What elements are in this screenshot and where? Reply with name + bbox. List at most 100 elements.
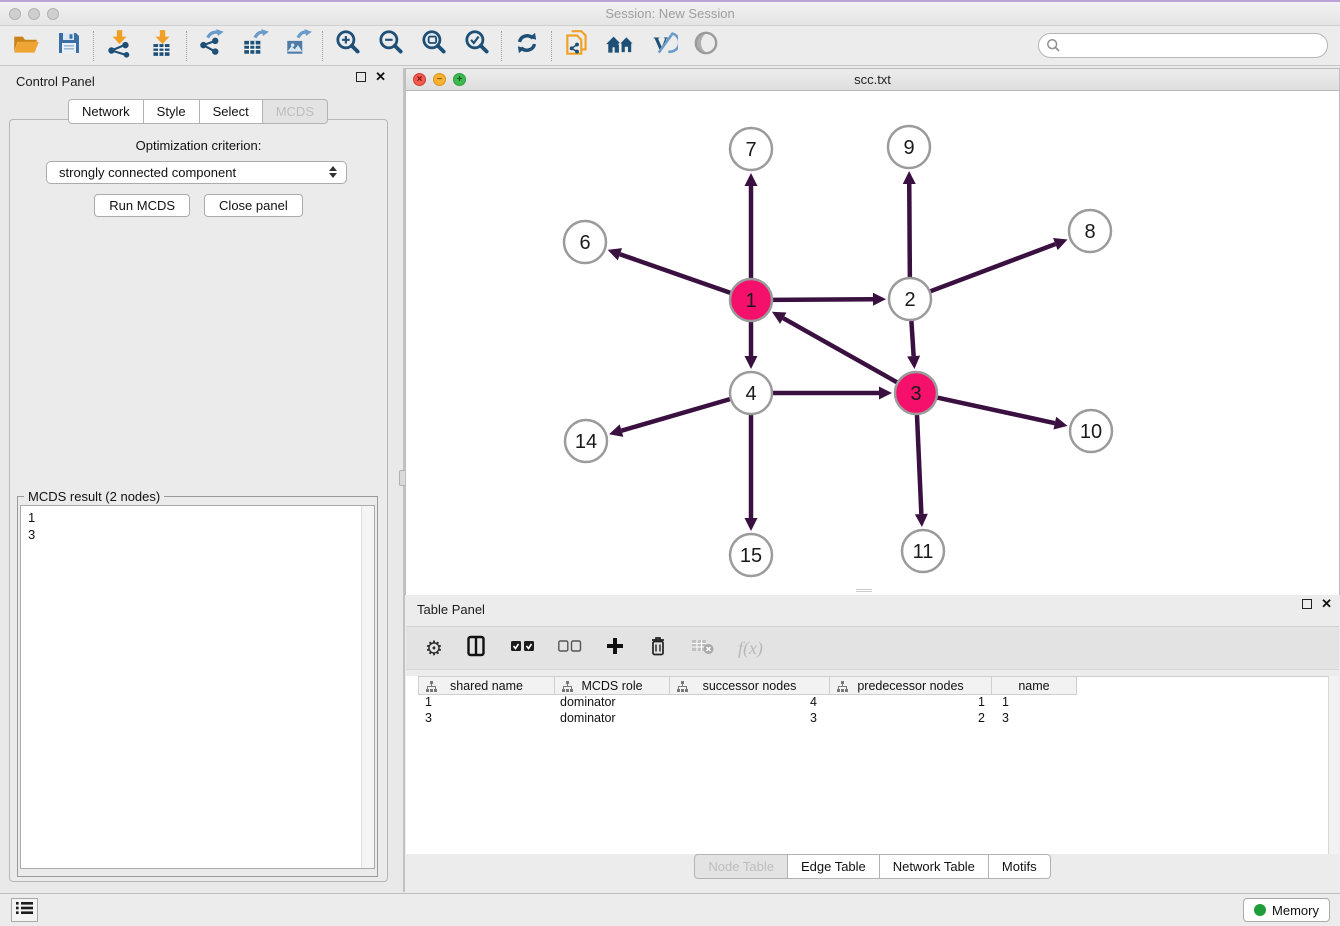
open-file-button[interactable] (4, 28, 47, 64)
mcds-result-text[interactable]: 1 3 (20, 505, 375, 869)
deselect-all-button[interactable] (558, 639, 582, 657)
table-cell[interactable]: 4 (670, 695, 830, 711)
search-icon (1046, 38, 1061, 58)
column-header-predecessor-nodes[interactable]: predecessor nodes (830, 677, 992, 695)
label-v-slash-icon: V (648, 28, 678, 63)
tab-mcds[interactable]: MCDS (263, 99, 328, 124)
show-graphics-button[interactable] (684, 28, 727, 64)
tab-node-table[interactable]: Node Table (694, 854, 788, 879)
edge-arrowhead (608, 248, 622, 260)
import-table-icon (147, 28, 177, 63)
refresh-button[interactable] (505, 28, 548, 64)
graph-edge-2-8[interactable] (930, 244, 1056, 292)
memory-button[interactable]: Memory (1243, 898, 1330, 922)
network-canvas[interactable]: 7968124314101511 (406, 91, 1339, 595)
zoom-selected-button[interactable] (455, 28, 498, 64)
main-toolbar: V (0, 26, 1340, 66)
result-scrollbar[interactable] (361, 506, 374, 868)
graph-edge-2-9[interactable] (909, 184, 910, 278)
select-all-button[interactable] (511, 639, 535, 657)
graph-edge-2-3[interactable] (911, 320, 913, 356)
refresh-icon (512, 28, 542, 63)
mcds-tab-content: Optimization criterion: strongly connect… (9, 119, 388, 882)
window-titlebar: Session: New Session (0, 2, 1340, 26)
tab-select[interactable]: Select (200, 99, 263, 124)
column-header-successor-nodes[interactable]: successor nodes (670, 677, 830, 695)
network-window-titlebar[interactable]: × − + scc.txt (406, 69, 1339, 91)
tab-style[interactable]: Style (144, 99, 200, 124)
tab-edge-table[interactable]: Edge Table (788, 854, 880, 879)
float-panel-icon[interactable] (1302, 599, 1312, 609)
table-row[interactable]: 1dominator411 (418, 695, 1339, 711)
table-cell[interactable]: dominator (555, 695, 670, 711)
table-cell[interactable]: 3 (992, 711, 1077, 727)
float-panel-icon[interactable] (356, 72, 366, 82)
network-graph[interactable]: 7968124314101511 (406, 91, 1339, 595)
export-network-button[interactable] (190, 28, 233, 64)
toolbar-separator (501, 31, 502, 61)
table-cell[interactable]: 3 (670, 711, 830, 727)
documents-icon (562, 28, 592, 63)
import-table-button[interactable] (140, 28, 183, 64)
table-cell[interactable]: 1 (418, 695, 555, 711)
graph-edge-1-6[interactable] (620, 254, 731, 293)
tab-motifs[interactable]: Motifs (989, 854, 1051, 879)
column-type-icon (677, 681, 688, 695)
graph-edge-3-11[interactable] (917, 414, 921, 514)
tab-network[interactable]: Network (68, 99, 144, 124)
graph-edge-4-14[interactable] (622, 399, 731, 431)
column-type-icon (426, 681, 437, 695)
network-resize-grip[interactable] (856, 589, 872, 593)
tab-network-table[interactable]: Network Table (880, 854, 989, 879)
column-settings-button[interactable]: ⚙ (425, 636, 443, 661)
zoom-out-button[interactable] (369, 28, 412, 64)
run-mcds-button[interactable]: Run MCDS (94, 194, 190, 217)
task-history-button[interactable] (11, 898, 38, 922)
node-label: 9 (903, 137, 914, 159)
export-table-button[interactable] (233, 28, 276, 64)
network-view-window: × − + scc.txt 7968124314101511 (405, 68, 1340, 595)
table-cell[interactable]: 1 (830, 695, 992, 711)
column-header-MCDS-role[interactable]: MCDS role (555, 677, 670, 695)
zoom-fit-button[interactable] (412, 28, 455, 64)
table-tabs: Node TableEdge TableNetwork TableMotifs (405, 854, 1340, 879)
open-session-docs-button[interactable] (555, 28, 598, 64)
edge-arrowhead (879, 387, 892, 400)
import-network-button[interactable] (97, 28, 140, 64)
search-input[interactable] (1038, 33, 1328, 58)
home-button[interactable] (598, 28, 641, 64)
toggle-column-view-button[interactable] (466, 635, 488, 662)
table-cell[interactable]: 2 (830, 711, 992, 727)
close-panel-button[interactable]: Close panel (204, 194, 303, 217)
table-cell[interactable]: 1 (992, 695, 1077, 711)
node-label: 3 (910, 383, 921, 405)
status-bar: Memory (0, 893, 1340, 926)
save-icon (55, 29, 83, 62)
function-builder-button[interactable]: f(x) (738, 638, 763, 659)
delete-row-button[interactable] (648, 635, 668, 662)
application-window: Session: New Session (0, 0, 1340, 926)
table-scrollbar[interactable] (1328, 676, 1339, 854)
graph-edge-3-1[interactable] (783, 318, 897, 383)
zoom-in-button[interactable] (326, 28, 369, 64)
column-label: successor nodes (703, 679, 797, 693)
optimization-criterion-label: Optimization criterion: (10, 138, 387, 153)
column-header-shared-name[interactable]: shared name (418, 677, 555, 695)
save-session-button[interactable] (47, 28, 90, 64)
toolbar-separator (322, 31, 323, 61)
delete-table-button[interactable] (691, 637, 715, 660)
column-header-name[interactable]: name (992, 677, 1077, 695)
close-panel-icon[interactable]: ✕ (375, 72, 386, 82)
graph-edge-3-10[interactable] (937, 397, 1055, 423)
table-row[interactable]: 3dominator323 (418, 711, 1339, 727)
optimization-criterion-select[interactable]: strongly connected component (46, 161, 347, 184)
add-row-button[interactable] (605, 636, 625, 661)
export-image-button[interactable] (276, 28, 319, 64)
close-panel-icon[interactable]: ✕ (1321, 599, 1332, 609)
table-cell[interactable]: 3 (418, 711, 555, 727)
hide-labels-button[interactable]: V (641, 28, 684, 64)
graph-edge-1-2[interactable] (772, 299, 873, 300)
node-table: shared nameMCDS role successor nodes prede… (406, 676, 1339, 854)
table-cell[interactable]: dominator (555, 711, 670, 727)
checked-boxes-icon (511, 639, 535, 657)
